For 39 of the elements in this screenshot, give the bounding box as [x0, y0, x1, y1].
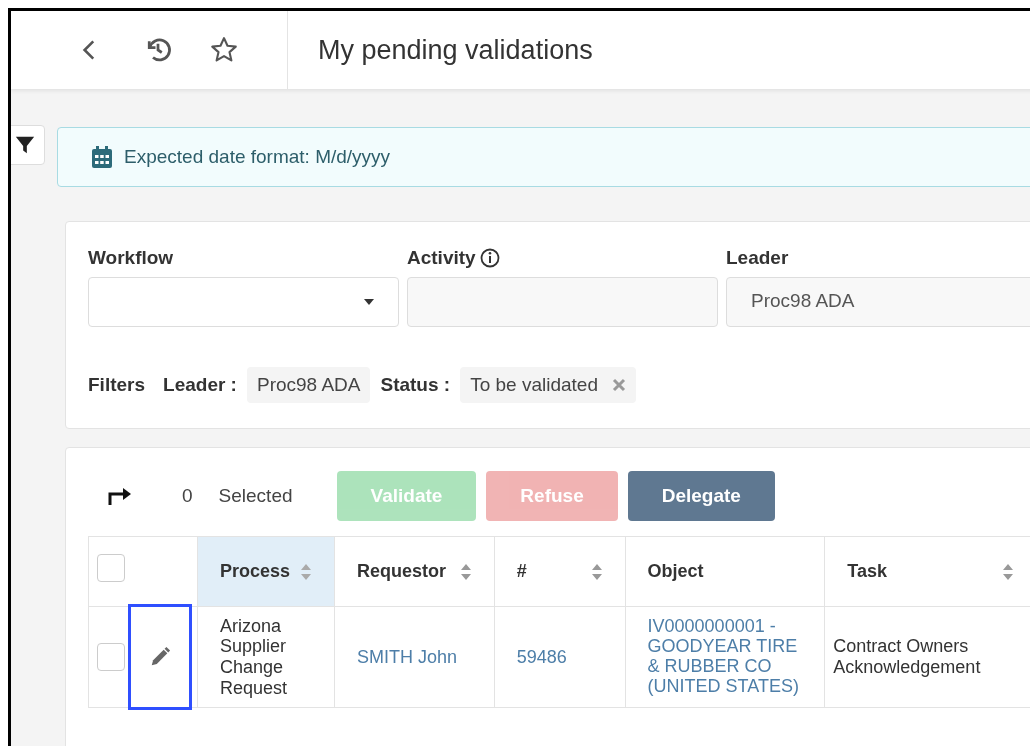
filter-label: Leader :	[163, 372, 237, 397]
field-label: Leader	[726, 246, 789, 270]
filter-chip[interactable]: To be validated	[460, 366, 636, 403]
input-field[interactable]: Proc98 ADA	[726, 276, 1030, 327]
field-label: Workflow	[88, 246, 174, 270]
dropdown-caret-icon	[364, 298, 374, 305]
close-icon	[611, 377, 626, 392]
selected-count: 0	[182, 483, 193, 508]
forward-arrow-icon	[108, 487, 132, 505]
select-all-checkbox[interactable]	[97, 553, 125, 582]
sort-icon	[1002, 562, 1014, 581]
table-cell: Arizona Supplier Change Request	[197, 606, 335, 708]
column-header[interactable]: Task	[824, 536, 1030, 607]
workflow-select[interactable]	[88, 276, 399, 327]
action-button[interactable]: Delegate	[627, 471, 775, 521]
info-icon	[479, 248, 500, 269]
column-header[interactable]: #	[494, 536, 626, 607]
sort-icon	[459, 562, 472, 581]
column-header[interactable]: Process	[197, 536, 335, 607]
input-field[interactable]	[407, 276, 718, 327]
filter-chip: Proc98 ADA	[246, 366, 371, 403]
filter-label: Status :	[380, 372, 451, 397]
requestor-link[interactable]: SMITH John	[356, 646, 457, 667]
number-link[interactable]: 59486	[516, 646, 567, 667]
pencil-icon	[149, 646, 171, 668]
field-label: Activity	[407, 246, 476, 270]
sort-icon	[590, 562, 603, 581]
filter-button[interactable]	[11, 125, 45, 165]
column-header[interactable]: Object	[625, 536, 825, 607]
column-header[interactable]: Requestor	[334, 536, 495, 607]
info-text: Expected date format: M/d/yyyy	[124, 144, 391, 169]
page-title: My pending validations	[318, 33, 593, 67]
edit-button[interactable]	[131, 607, 189, 707]
filters-label: Filters	[88, 372, 146, 397]
filter-icon	[14, 134, 36, 156]
sort-icon	[299, 562, 312, 581]
row-checkbox[interactable]	[97, 643, 125, 671]
calendar-icon	[92, 146, 112, 168]
selected-label: Selected	[218, 483, 293, 508]
